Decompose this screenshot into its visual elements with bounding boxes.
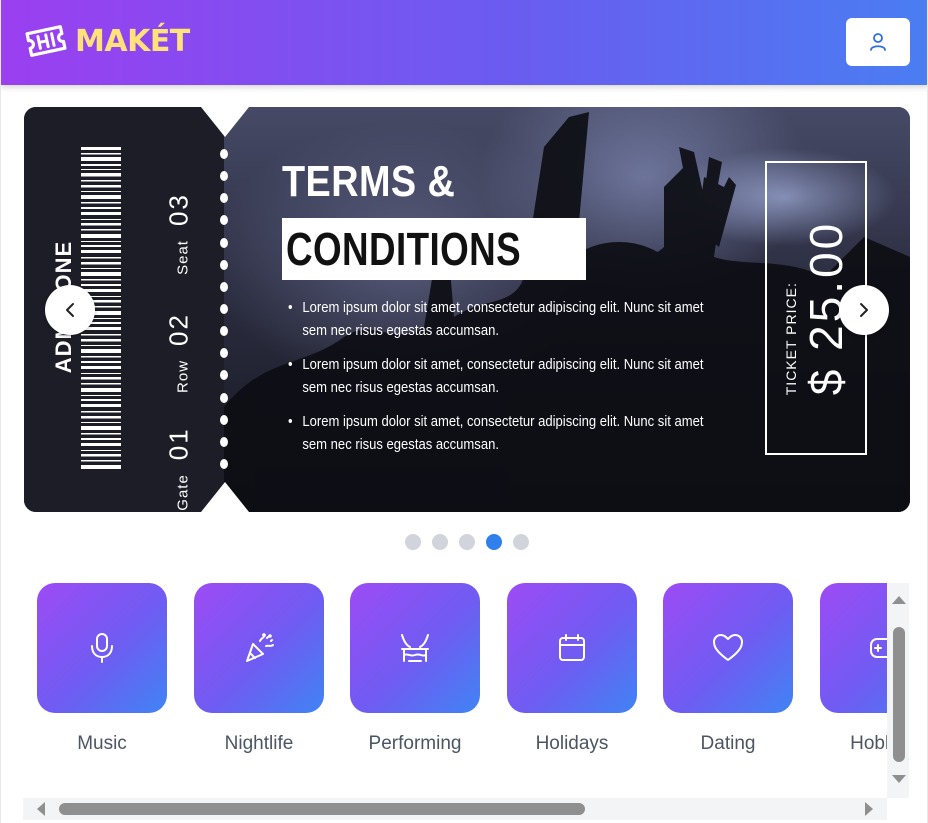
ticket-notch-top (201, 107, 249, 137)
row-label: Row (174, 359, 192, 393)
ticket-perforation (220, 149, 228, 469)
category-tile[interactable] (37, 583, 167, 713)
gate-info: Gate 01 (164, 427, 195, 510)
row-value: 02 (163, 313, 194, 346)
category-scroller: Music Nightlife Performing Holidays Dati… (23, 583, 887, 798)
horizontal-scrollbar[interactable] (23, 798, 887, 820)
terms-heading: TERMS & (282, 157, 456, 206)
category-hobbies[interactable]: Hobbies (820, 583, 887, 755)
category-tile[interactable] (507, 583, 637, 713)
carousel-dot[interactable] (459, 534, 475, 550)
scroll-right-arrow-icon[interactable] (865, 802, 873, 816)
user-icon (870, 33, 886, 51)
chevron-left-icon (66, 303, 74, 317)
vertical-scroll-thumb[interactable] (893, 627, 905, 762)
top-header: MAKÉT (1, 0, 927, 85)
terms-list-item: Lorem ipsum dolor sit amet, consectetur … (288, 354, 720, 400)
scroll-up-arrow-icon[interactable] (892, 596, 906, 604)
gate-label: Gate (174, 474, 192, 511)
carousel-prev-button[interactable] (45, 285, 95, 335)
scroll-down-arrow-icon[interactable] (892, 775, 906, 783)
calendar-icon (559, 634, 585, 661)
app-page: MAKÉT Seat 03 Row 02 Gate 01 TERMS & CON… (0, 0, 928, 823)
category-tile[interactable] (194, 583, 324, 713)
category-holidays[interactable]: Holidays (507, 583, 637, 755)
brand-logo[interactable]: MAKÉT (23, 22, 190, 60)
category-label: Hobbies (850, 733, 887, 754)
ticket-price-label: TICKET PRICE: (783, 282, 799, 396)
brand-name: MAKÉT (75, 23, 190, 59)
carousel-dot-active[interactable] (486, 534, 502, 550)
category-label: Nightlife (224, 733, 294, 754)
party-popper-icon (246, 633, 274, 662)
terms-list: Lorem ipsum dolor sit amet, consectetur … (288, 297, 728, 468)
carousel-next-button[interactable] (839, 285, 889, 335)
category-label: Holidays (535, 733, 609, 754)
carousel-pagination (405, 534, 529, 550)
terms-list-item: Lorem ipsum dolor sit amet, consectetur … (288, 411, 720, 457)
scroll-left-arrow-icon[interactable] (37, 802, 45, 816)
user-account-button[interactable] (846, 18, 910, 66)
microphone-icon (91, 633, 113, 663)
conditions-heading-box: CONDITIONS (282, 218, 586, 280)
category-tile[interactable] (350, 583, 480, 713)
category-label: Music (77, 733, 127, 754)
category-performing[interactable]: Performing (350, 583, 480, 755)
gamepad-icon (870, 638, 887, 658)
seat-label: Seat (174, 240, 192, 275)
category-music[interactable]: Music (37, 583, 167, 755)
row-info: Row 02 (164, 313, 195, 393)
category-tile[interactable] (820, 583, 887, 713)
heart-icon (713, 634, 743, 661)
category-tile[interactable] (663, 583, 793, 713)
horizontal-scroll-thumb[interactable] (59, 803, 585, 815)
carousel-dot[interactable] (405, 534, 421, 550)
conditions-heading: CONDITIONS (286, 223, 522, 275)
hero-carousel-slide: ADMIT ONE Seat 03 Row 02 Gate 01 TERMS &… (24, 107, 910, 512)
ticket-logo-icon (25, 25, 67, 57)
seat-info: Seat 03 (164, 193, 195, 275)
carousel-dot[interactable] (513, 534, 529, 550)
theater-stage-icon (401, 634, 429, 662)
ticket-notch-bottom (201, 482, 249, 512)
gate-value: 01 (163, 427, 194, 461)
chevron-right-icon (860, 303, 868, 317)
category-label: Performing (368, 733, 462, 754)
category-label: Dating (700, 733, 756, 754)
terms-list-item: Lorem ipsum dolor sit amet, consectetur … (288, 297, 720, 343)
carousel-dot[interactable] (432, 534, 448, 550)
seat-value: 03 (163, 193, 194, 227)
category-nightlife[interactable]: Nightlife (194, 583, 324, 755)
category-dating[interactable]: Dating (663, 583, 793, 755)
vertical-scrollbar[interactable] (887, 583, 909, 798)
